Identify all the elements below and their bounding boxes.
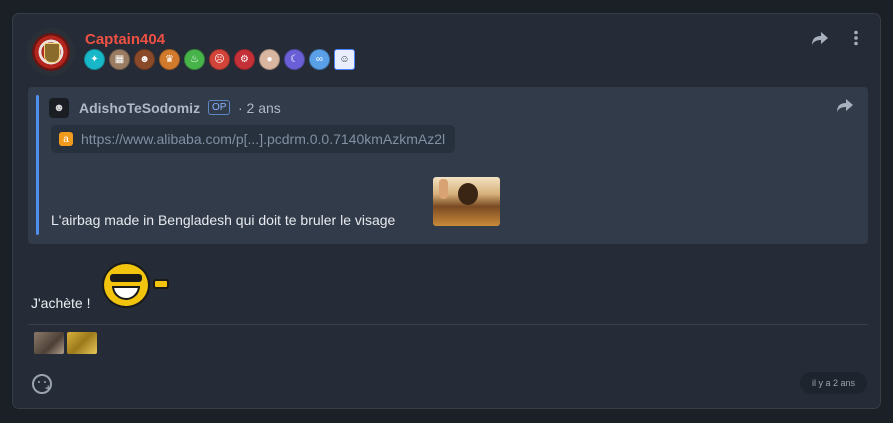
avatar[interactable] — [27, 28, 75, 76]
robot-icon[interactable]: ⚙ — [234, 49, 255, 70]
link-preview[interactable]: a https://www.alibaba.com/p[...].pcdrm.0… — [51, 125, 456, 153]
quote-author[interactable]: AdishoTeSodomiz — [79, 100, 200, 116]
share-icon[interactable] — [811, 30, 829, 51]
more-options-icon[interactable] — [853, 30, 859, 51]
add-reaction-icon[interactable] — [32, 374, 52, 395]
sticker-laugh-tail-icon — [153, 279, 169, 289]
moon-icon[interactable]: ☾ — [284, 49, 305, 70]
smiley-icon[interactable]: ☺ — [334, 49, 355, 70]
alibaba-favicon-icon: a — [59, 132, 73, 146]
quote-text: L'airbag made in Bengladesh qui doit te … — [51, 212, 396, 228]
reaction-thumbnail-2[interactable] — [67, 332, 97, 354]
sticker-laugh-icon — [102, 262, 150, 308]
face-icon[interactable]: ☻ — [134, 49, 155, 70]
beer-icon[interactable]: ♨ — [184, 49, 205, 70]
crystal-icon[interactable]: ✦ — [84, 49, 105, 70]
cube-icon[interactable]: ▦ — [109, 49, 130, 70]
pig-icon[interactable]: ● — [259, 49, 280, 70]
quoted-post[interactable]: ☻ AdishoTeSodomiz OP · 2 ans a https://w… — [28, 87, 868, 244]
avatar-shield-icon — [44, 43, 60, 63]
sticker-man-icon — [433, 177, 500, 226]
op-badge: OP — [208, 100, 231, 115]
badge-list: ✦ ▦ ☻ ♛ ♨ ☹ ⚙ ● ☾ ∞ ☺ — [84, 49, 355, 70]
post-text: J'achète ! — [31, 295, 91, 311]
username[interactable]: Captain404 — [85, 31, 165, 48]
quote-avatar[interactable]: ☻ — [49, 98, 69, 118]
quote-bar — [36, 95, 39, 235]
quote-share-icon[interactable] — [836, 97, 854, 118]
post-timestamp: il y a 2 ans — [799, 372, 867, 394]
reaction-thumbnail-1[interactable] — [34, 332, 64, 354]
divider — [28, 324, 868, 325]
post-card: Captain404 ✦ ▦ ☻ ♛ ♨ ☹ ⚙ ● ☾ ∞ ☺ ☻ Adish… — [12, 13, 881, 409]
glasses-icon[interactable]: ∞ — [309, 49, 330, 70]
trophy-icon[interactable]: ♛ — [159, 49, 180, 70]
quote-time: · 2 ans — [238, 100, 281, 116]
monster-icon[interactable]: ☹ — [209, 49, 230, 70]
link-url: https://www.alibaba.com/p[...].pcdrm.0.0… — [81, 131, 446, 147]
